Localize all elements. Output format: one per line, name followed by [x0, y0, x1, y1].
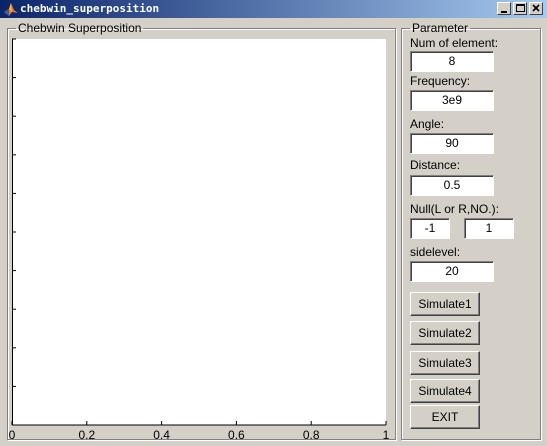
- frequency-field[interactable]: 3e9: [410, 90, 494, 111]
- simulate3-button[interactable]: Simulate3: [410, 351, 480, 375]
- distance-label: Distance:: [410, 158, 461, 172]
- simulate1-button[interactable]: Simulate1: [410, 292, 480, 316]
- simulate2-button[interactable]: Simulate2: [410, 321, 480, 345]
- null-number-field[interactable]: 1: [464, 218, 514, 239]
- distance-field[interactable]: 0.5: [410, 175, 494, 196]
- simulate4-button[interactable]: Simulate4: [410, 379, 480, 403]
- x-tick-label: 0.8: [303, 428, 320, 442]
- num-elements-label: Num of element:: [410, 36, 499, 50]
- x-tick-label: 1: [383, 428, 390, 442]
- sidelevel-label: sidelevel:: [410, 245, 461, 259]
- null-label: Null(L or R,NO.):: [410, 202, 499, 216]
- exit-button[interactable]: EXIT: [410, 405, 480, 429]
- x-tick-label: 0.6: [228, 428, 245, 442]
- angle-label: Angle:: [410, 117, 445, 131]
- x-tick-label: 0.2: [78, 428, 95, 442]
- sidelevel-field[interactable]: 20: [410, 261, 494, 282]
- null-direction-field[interactable]: -1: [410, 218, 450, 239]
- x-tick-label: 0: [9, 428, 16, 442]
- frequency-label: Frequency:: [410, 74, 471, 88]
- x-tick-label: 0.4: [153, 428, 170, 442]
- angle-field[interactable]: 90: [410, 133, 494, 154]
- parameter-panel-title: Parameter: [412, 21, 469, 35]
- num-elements-field[interactable]: 8: [410, 51, 494, 72]
